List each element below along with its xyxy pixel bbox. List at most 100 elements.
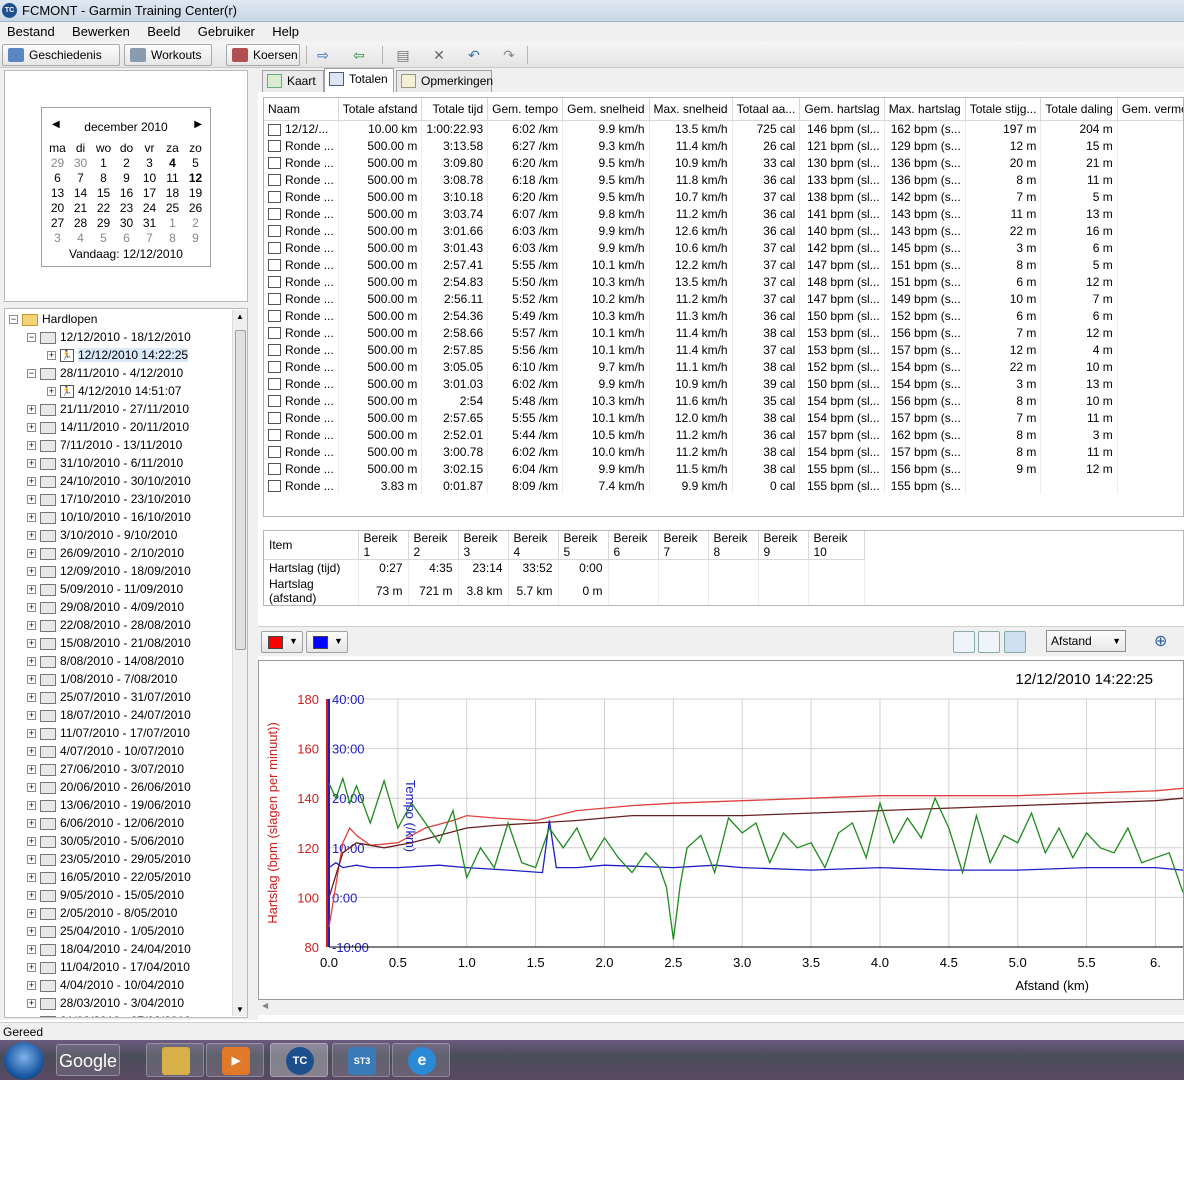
tree-week[interactable]: +28/03/2010 - 3/04/2010 xyxy=(27,994,184,1012)
expand-icon[interactable]: + xyxy=(27,963,36,973)
scroll-left-icon[interactable]: ◀ xyxy=(262,1001,268,1010)
expand-icon[interactable]: + xyxy=(27,531,36,541)
graph-hscrollbar[interactable]: ◀ xyxy=(258,1000,1184,1015)
column-header[interactable]: Max. snelheid xyxy=(649,98,733,121)
lap-row[interactable]: Ronde ... 500.00 m 2:54.36 5:49 /km 10.3 km/… xyxy=(264,307,1183,324)
tree-week[interactable]: +5/09/2010 - 11/09/2010 xyxy=(27,580,183,598)
calendar-day[interactable]: 15 xyxy=(92,185,115,200)
column-header[interactable]: Totaal aa... xyxy=(732,98,801,121)
close-icon[interactable]: ✕ xyxy=(430,47,448,63)
tree-week[interactable]: +4/07/2010 - 10/07/2010 xyxy=(27,742,184,760)
tree-week[interactable]: +21/03/2010 - 27/03/2010 xyxy=(27,1012,191,1017)
calendar-day[interactable]: 2 xyxy=(115,155,138,170)
expand-icon[interactable]: + xyxy=(27,549,36,559)
expand-icon[interactable]: + xyxy=(27,495,36,505)
start-button[interactable] xyxy=(4,1042,44,1080)
expand-icon[interactable]: + xyxy=(27,945,36,955)
undo-icon[interactable]: ↶ xyxy=(465,47,483,63)
calendar-day[interactable]: 16 xyxy=(115,185,138,200)
collapse-icon[interactable]: − xyxy=(27,369,36,379)
column-header[interactable]: Bereik 8 xyxy=(708,531,759,560)
column-header[interactable]: Gem. snelheid xyxy=(562,98,650,121)
expand-icon[interactable]: + xyxy=(27,855,36,865)
column-header[interactable]: Bereik 7 xyxy=(658,531,709,560)
lap-row[interactable]: Ronde ... 500.00 m 3:00.78 6:02 /km 10.0 km/… xyxy=(264,443,1183,460)
tree-week[interactable]: +23/05/2010 - 29/05/2010 xyxy=(27,850,191,868)
tree-week[interactable]: +27/06/2010 - 3/07/2010 xyxy=(27,760,184,778)
crosshair-icon[interactable] xyxy=(953,631,975,653)
lap-row[interactable]: Ronde ... 500.00 m 3:05.05 6:10 /km 9.7 km/h… xyxy=(264,358,1183,375)
expand-icon[interactable]: + xyxy=(27,837,36,847)
tree-week[interactable]: +14/11/2010 - 20/11/2010 xyxy=(27,418,189,436)
tree-week[interactable]: +15/08/2010 - 21/08/2010 xyxy=(27,634,191,652)
tree-week[interactable]: +13/06/2010 - 19/06/2010 xyxy=(27,796,191,814)
tab-totalen[interactable]: Totalen xyxy=(324,68,394,92)
menu-gebruiker[interactable]: Gebruiker xyxy=(191,22,262,41)
series1-color-button[interactable]: ▼ xyxy=(261,631,303,653)
lap-row[interactable]: Ronde ... 500.00 m 2:57.41 5:55 /km 10.1 km/… xyxy=(264,256,1183,273)
tree-week[interactable]: +3/10/2010 - 9/10/2010 xyxy=(27,526,177,544)
column-header[interactable]: Totale afstand xyxy=(338,98,423,121)
lap-row[interactable]: Ronde ... 500.00 m 3:10.18 6:20 /km 9.5 km/h… xyxy=(264,188,1183,205)
tree-week[interactable]: +1/08/2010 - 7/08/2010 xyxy=(27,670,177,688)
tree-week[interactable]: +25/04/2010 - 1/05/2010 xyxy=(27,922,184,940)
lap-row[interactable]: Ronde ... 3.83 m 0:01.87 8:09 /km 7.4 km/h 9.… xyxy=(264,477,1183,494)
calendar-day[interactable]: 23 xyxy=(115,200,138,215)
fill-icon[interactable] xyxy=(978,631,1000,653)
tree-week[interactable]: +31/10/2010 - 6/11/2010 xyxy=(27,454,183,472)
calendar-day[interactable]: 27 xyxy=(46,215,69,230)
tree-week[interactable]: − 12/12/2010 - 18/12/2010 xyxy=(27,328,191,346)
calendar-day[interactable]: 6 xyxy=(115,230,138,245)
expand-icon[interactable]: + xyxy=(27,585,36,595)
tree-week[interactable]: +12/09/2010 - 18/09/2010 xyxy=(27,562,191,580)
menu-bewerken[interactable]: Bewerken xyxy=(65,22,137,41)
calendar-day[interactable]: 21 xyxy=(69,200,92,215)
calendar-day[interactable]: 19 xyxy=(184,185,207,200)
expand-icon[interactable]: + xyxy=(27,891,36,901)
lap-row[interactable]: Ronde ... 500.00 m 3:13.58 6:27 /km 9.3 km/h… xyxy=(264,137,1183,154)
tree-week[interactable]: +22/08/2010 - 28/08/2010 xyxy=(27,616,191,634)
expand-icon[interactable]: + xyxy=(27,927,36,937)
tree-week[interactable]: +2/05/2010 - 8/05/2010 xyxy=(27,904,177,922)
collapse-icon[interactable]: − xyxy=(27,333,36,343)
tree-root[interactable]: − Hardlopen xyxy=(9,310,97,328)
expand-icon[interactable]: + xyxy=(27,819,36,829)
lap-row[interactable]: Ronde ... 500.00 m 2:54 5:48 /km 10.3 km/h 11… xyxy=(264,392,1183,409)
expand-icon[interactable]: + xyxy=(27,567,36,577)
scroll-thumb[interactable] xyxy=(235,330,246,650)
expand-icon[interactable]: + xyxy=(47,387,56,397)
calendar-day[interactable]: 12 xyxy=(184,170,207,185)
column-header[interactable]: Bereik 4 xyxy=(508,531,559,560)
calendar-day[interactable]: 14 xyxy=(69,185,92,200)
calendar-day[interactable]: 4 xyxy=(161,155,184,170)
expand-icon[interactable]: + xyxy=(27,765,36,775)
tree-week[interactable]: +25/07/2010 - 31/07/2010 xyxy=(27,688,191,706)
lap-row[interactable]: Ronde ... 500.00 m 2:58.66 5:57 /km 10.1 km/… xyxy=(264,324,1183,341)
expand-icon[interactable]: + xyxy=(27,477,36,487)
training-center-task[interactable]: TC xyxy=(270,1043,328,1077)
column-header[interactable]: Bereik 2 xyxy=(408,531,459,560)
explorer-task[interactable] xyxy=(146,1043,204,1077)
zone-row[interactable]: Hartslag (tijd) 0:27 4:35 23:14 33:52 0:00 xyxy=(264,559,865,577)
expand-icon[interactable]: + xyxy=(27,783,36,793)
history-button[interactable]: Geschiedenis xyxy=(2,44,120,66)
tree-activity[interactable]: + 🏃 4/12/2010 14:51:07 xyxy=(47,382,181,400)
calendar-day[interactable]: 28 xyxy=(69,215,92,230)
expand-icon[interactable]: + xyxy=(27,693,36,703)
expand-icon[interactable]: + xyxy=(27,711,36,721)
expand-icon[interactable]: + xyxy=(27,441,36,451)
expand-icon[interactable]: + xyxy=(27,459,36,469)
calendar-day[interactable]: 30 xyxy=(69,155,92,170)
calendar-day[interactable]: 1 xyxy=(92,155,115,170)
tree-week[interactable]: +11/07/2010 - 17/07/2010 xyxy=(27,724,190,742)
tab-opmerkingen[interactable]: Opmerkingen xyxy=(396,70,493,92)
calendar-day[interactable]: 31 xyxy=(138,215,161,230)
tree-week[interactable]: +18/04/2010 - 24/04/2010 xyxy=(27,940,191,958)
tree-week[interactable]: +21/11/2010 - 27/11/2010 xyxy=(27,400,189,418)
delete-page-icon[interactable]: ▤ xyxy=(394,47,412,63)
calendar-day[interactable]: 11 xyxy=(161,170,184,185)
column-header[interactable]: Bereik 5 xyxy=(558,531,609,560)
calendar-day[interactable]: 18 xyxy=(161,185,184,200)
calendar-day[interactable]: 17 xyxy=(138,185,161,200)
smooth-line-icon[interactable] xyxy=(1004,631,1026,653)
